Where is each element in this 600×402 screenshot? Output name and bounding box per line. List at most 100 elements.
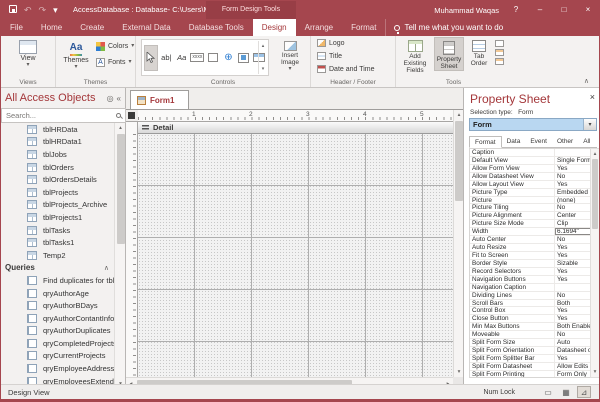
view-code-icon[interactable]: [495, 49, 504, 56]
object-selector-combobox[interactable]: Form ▾: [469, 118, 597, 131]
detail-section-bar[interactable]: Detail: [138, 122, 453, 134]
label-control[interactable]: Aa: [175, 45, 188, 71]
property-row-allow-form-view[interactable]: Allow Form ViewYes: [470, 165, 591, 173]
date-and-time-button[interactable]: Date and Time: [317, 65, 375, 73]
property-value[interactable]: [555, 149, 591, 156]
property-tab-all[interactable]: All: [578, 136, 595, 147]
property-row-dividing-lines[interactable]: Dividing LinesNo: [470, 292, 591, 300]
property-row-picture-tiling[interactable]: Picture TilingNo: [470, 204, 591, 212]
property-row-navigation-caption[interactable]: Navigation Caption: [470, 284, 591, 292]
property-sheet-scrollbar[interactable]: ▴ ▾: [590, 148, 600, 378]
property-value[interactable]: No: [555, 236, 591, 243]
property-row-scroll-bars[interactable]: Scroll BarsBoth: [470, 300, 591, 308]
fonts-button[interactable]: A Fonts ▾: [96, 58, 132, 67]
property-tab-event[interactable]: Event: [525, 136, 552, 147]
property-value[interactable]: Center: [555, 212, 591, 219]
context-tab-group-form-design-tools[interactable]: Form Design Tools: [206, 1, 296, 19]
add-existing-fields-button[interactable]: Add Existing Fields: [398, 37, 432, 74]
redo-icon[interactable]: ↷: [39, 1, 47, 19]
nav-item-qryauthorduplicates[interactable]: qryAuthorDuplicates: [1, 325, 115, 338]
datasheet-view-icon[interactable]: ▦: [559, 386, 573, 398]
property-row-split-form-printing[interactable]: Split Form PrintingForm Only: [470, 371, 591, 378]
property-value[interactable]: (none): [555, 197, 591, 204]
nav-item-tbltasks1[interactable]: tblTasks1: [1, 236, 115, 249]
property-tab-data[interactable]: Data: [502, 136, 526, 147]
property-value[interactable]: Yes: [555, 276, 591, 283]
nav-item-find-duplicates-for-tblauthors[interactable]: Find duplicates for tblAuthors: [1, 274, 115, 287]
scroll-down-icon[interactable]: ▾: [591, 367, 599, 377]
property-row-fit-to-screen[interactable]: Fit to ScreenYes: [470, 252, 591, 260]
document-tab-form1[interactable]: Form1: [130, 90, 189, 109]
property-row-split-form-datasheet[interactable]: Split Form DatasheetAllow Edits: [470, 363, 591, 371]
property-row-min-max-buttons[interactable]: Min Max ButtonsBoth Enabled: [470, 323, 591, 331]
canvas-vertical-scrollbar[interactable]: ▴ ▾: [453, 110, 463, 377]
nav-item-tblprojects1[interactable]: tblProjects1: [1, 211, 115, 224]
property-row-width[interactable]: Width6.1694": [470, 228, 591, 236]
property-sheet-close-icon[interactable]: ×: [590, 92, 595, 102]
title-button[interactable]: Title: [317, 52, 342, 60]
nav-item-tbljobs[interactable]: tblJobs: [1, 148, 115, 161]
nav-menu-icon[interactable]: ◎: [107, 94, 114, 103]
horizontal-ruler[interactable]: 12345: [138, 110, 453, 122]
undo-icon[interactable]: ↶: [24, 1, 32, 19]
logo-button[interactable]: Logo: [317, 39, 345, 47]
scroll-up-icon[interactable]: ▴: [115, 123, 126, 133]
nav-item-qryauthorbdays[interactable]: qryAuthorBDays: [1, 299, 115, 312]
shutter-close-icon[interactable]: «: [117, 94, 121, 103]
convert-macros-icon[interactable]: [495, 58, 504, 65]
text-box-control[interactable]: ab|: [160, 45, 173, 71]
property-row-record-selectors[interactable]: Record SelectorsYes: [470, 268, 591, 276]
minimize-button[interactable]: –: [533, 1, 547, 19]
nav-item-tblprojects-archive[interactable]: tblProjects_Archive: [1, 199, 115, 212]
property-value[interactable]: Datasheet on Top: [555, 347, 591, 354]
property-value[interactable]: Both: [555, 300, 591, 307]
nav-item-tblhrdata1[interactable]: tblHRData1: [1, 136, 115, 149]
property-value[interactable]: Yes: [555, 165, 591, 172]
property-value[interactable]: Single Form: [555, 157, 591, 164]
property-value[interactable]: Yes: [555, 315, 591, 322]
property-row-moveable[interactable]: MoveableNo: [470, 331, 591, 339]
property-row-allow-layout-view[interactable]: Allow Layout ViewYes: [470, 181, 591, 189]
search-input[interactable]: Search...: [1, 108, 126, 123]
property-row-picture[interactable]: Picture(none): [470, 197, 591, 205]
property-value[interactable]: 6.1694": [555, 228, 591, 235]
property-value[interactable]: Clip: [555, 220, 591, 227]
property-value[interactable]: No: [555, 331, 591, 338]
nav-item-qrycurrentprojects[interactable]: qryCurrentProjects: [1, 350, 115, 363]
close-button[interactable]: ×: [581, 1, 595, 19]
property-row-close-button[interactable]: Close ButtonYes: [470, 315, 591, 323]
nav-group-queries[interactable]: Queries∧: [1, 262, 115, 275]
ribbon-tab-home[interactable]: Home: [32, 19, 71, 36]
gallery-scroll[interactable]: ▴▾: [258, 41, 267, 74]
form-selector-box[interactable]: [128, 112, 135, 119]
ribbon-tab-database-tools[interactable]: Database Tools: [180, 19, 253, 36]
property-value[interactable]: Yes: [555, 252, 591, 259]
scroll-up-icon[interactable]: ▴: [591, 149, 599, 159]
tell-me-box[interactable]: Tell me what you want to do: [385, 19, 511, 36]
property-value[interactable]: [555, 284, 591, 291]
help-button[interactable]: ?: [509, 1, 523, 19]
design-view-icon[interactable]: ⊿: [577, 386, 591, 398]
hyperlink-control[interactable]: ⊕: [222, 45, 235, 71]
ribbon-tab-file[interactable]: File: [1, 19, 32, 36]
nav-item-temp2[interactable]: Temp2: [1, 249, 115, 262]
colors-button[interactable]: Colors ▾: [96, 42, 134, 51]
tab-control[interactable]: [206, 45, 219, 71]
web-browser-control[interactable]: [237, 45, 250, 71]
property-row-border-style[interactable]: Border StyleSizable: [470, 260, 591, 268]
ribbon-tab-arrange[interactable]: Arrange: [296, 19, 342, 36]
maximize-button[interactable]: □: [557, 1, 571, 19]
property-row-picture-type[interactable]: Picture TypeEmbedded: [470, 189, 591, 197]
nav-item-qryauthorage[interactable]: qryAuthorAge: [1, 287, 115, 300]
form-view-icon[interactable]: ▭: [541, 386, 555, 398]
ps-scroll-thumb[interactable]: [592, 159, 598, 229]
nav-item-qrycompletedprojects[interactable]: qryCompletedProjects: [1, 337, 115, 350]
property-row-picture-alignment[interactable]: Picture AlignmentCenter: [470, 212, 591, 220]
nav-item-tblprojects[interactable]: tblProjects: [1, 186, 115, 199]
property-row-default-view[interactable]: Default ViewSingle Form: [470, 157, 591, 165]
subform-in-new-window-icon[interactable]: [495, 40, 504, 47]
property-value[interactable]: No: [555, 173, 591, 180]
nav-scrollbar[interactable]: ▴ ▾: [114, 123, 125, 389]
ribbon-tab-create[interactable]: Create: [71, 19, 113, 36]
nav-item-tblordersdetails[interactable]: tblOrdersDetails: [1, 173, 115, 186]
